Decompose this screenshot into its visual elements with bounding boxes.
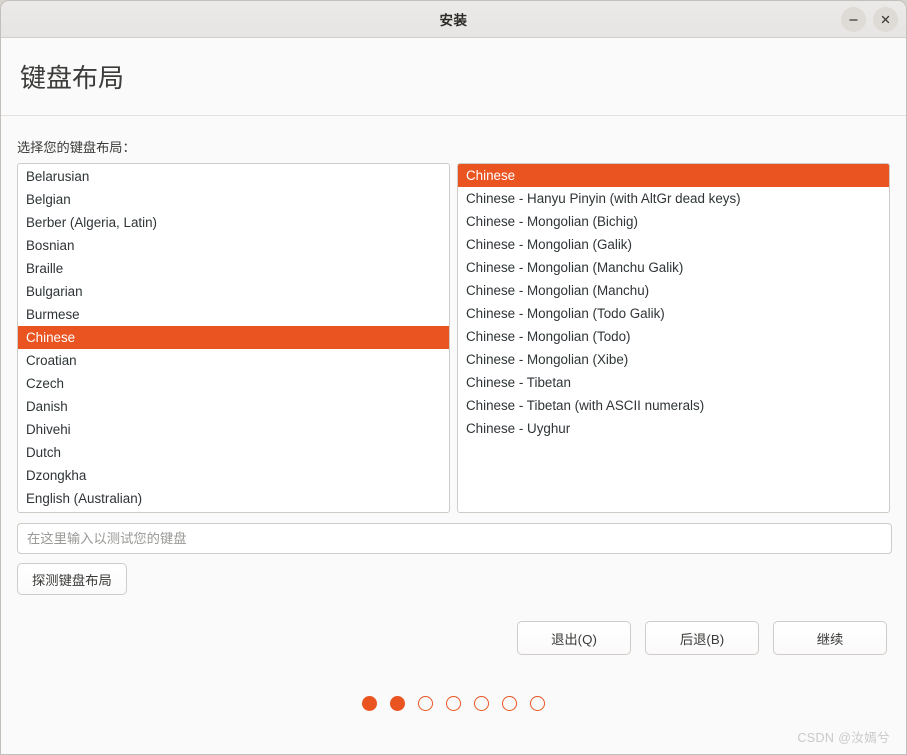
title-bar: 安装 [1, 1, 906, 38]
close-icon[interactable] [873, 7, 898, 32]
page-content: 选择您的键盘布局： Belarusian Belgian Berber (Alger… [1, 137, 906, 655]
keyboard-layout-list-item[interactable]: English (Australian) [18, 487, 449, 510]
keyboard-variant-list[interactable]: Chinese Chinese - Hanyu Pinyin (with AltG… [457, 163, 890, 513]
keyboard-layout-list-item[interactable]: Braille [18, 257, 449, 280]
keyboard-layout-list-item[interactable]: Croatian [18, 349, 449, 372]
keyboard-layout-list-item[interactable]: Dhivehi [18, 418, 449, 441]
keyboard-layout-list-item[interactable]: Bosnian [18, 234, 449, 257]
window-controls [841, 1, 898, 38]
progress-dot [418, 696, 433, 711]
keyboard-layout-list-item[interactable]: Belarusian [18, 165, 449, 188]
keyboard-layout-list-item[interactable]: Danish [18, 395, 449, 418]
page-title: 键盘布局 [20, 63, 125, 93]
keyboard-variant-list-item[interactable]: Chinese - Hanyu Pinyin (with AltGr dead … [458, 187, 889, 210]
page-header: 键盘布局 [1, 38, 906, 116]
progress-dot [502, 696, 517, 711]
keyboard-layout-list-item[interactable]: Dzongkha [18, 464, 449, 487]
keyboard-variant-list-item[interactable]: Chinese - Tibetan (with ASCII numerals) [458, 394, 889, 417]
quit-button[interactable]: 退出(Q) [517, 621, 631, 655]
keyboard-layout-list-item[interactable]: Czech [18, 372, 449, 395]
keyboard-layout-list-item[interactable]: Berber (Algeria, Latin) [18, 211, 449, 234]
keyboard-variant-list-item[interactable]: Chinese - Mongolian (Manchu) [458, 279, 889, 302]
keyboard-layout-list[interactable]: Belarusian Belgian Berber (Algeria, Latin)… [17, 163, 450, 513]
keyboard-variant-list-item[interactable]: Chinese - Mongolian (Bichig) [458, 210, 889, 233]
progress-dots [1, 696, 906, 711]
keyboard-lists: Belarusian Belgian Berber (Algeria, Latin)… [17, 163, 890, 513]
watermark: CSDN @汝嫣兮 [797, 731, 890, 745]
choose-layout-label: 选择您的键盘布局： [17, 140, 136, 155]
keyboard-layout-list-inner: Belarusian Belgian Berber (Algeria, Latin)… [18, 164, 449, 510]
progress-dot [390, 696, 405, 711]
continue-button[interactable]: 继续 [773, 621, 887, 655]
back-button[interactable]: 后退(B) [645, 621, 759, 655]
keyboard-variant-list-item[interactable]: Chinese [458, 164, 889, 187]
progress-dot [446, 696, 461, 711]
keyboard-variant-list-item[interactable]: Chinese - Tibetan [458, 371, 889, 394]
keyboard-layout-list-item[interactable]: Chinese [18, 326, 449, 349]
keyboard-layout-list-item[interactable]: Dutch [18, 441, 449, 464]
keyboard-test-input[interactable] [17, 523, 892, 554]
keyboard-variant-list-item[interactable]: Chinese - Mongolian (Todo) [458, 325, 889, 348]
detect-keyboard-layout-button[interactable]: 探测键盘布局 [17, 563, 127, 595]
minimize-icon[interactable] [841, 7, 866, 32]
keyboard-layout-list-item[interactable]: Burmese [18, 303, 449, 326]
action-buttons: 退出(Q) 后退(B) 继续 [17, 621, 890, 655]
keyboard-layout-list-item[interactable]: Bulgarian [18, 280, 449, 303]
keyboard-variant-list-item[interactable]: Chinese - Mongolian (Todo Galik) [458, 302, 889, 325]
install-window: 安装 键盘布局 选择您的键盘布局： Belarusian Belgian Berbe… [0, 0, 907, 755]
keyboard-variant-list-inner: Chinese Chinese - Hanyu Pinyin (with AltG… [458, 164, 889, 440]
keyboard-variant-list-item[interactable]: Chinese - Mongolian (Xibe) [458, 348, 889, 371]
keyboard-variant-list-item[interactable]: Chinese - Mongolian (Manchu Galik) [458, 256, 889, 279]
keyboard-variant-list-item[interactable]: Chinese - Uyghur [458, 417, 889, 440]
keyboard-variant-list-item[interactable]: Chinese - Mongolian (Galik) [458, 233, 889, 256]
window-title: 安装 [439, 13, 468, 28]
progress-dot [530, 696, 545, 711]
progress-dot [474, 696, 489, 711]
progress-dot [362, 696, 377, 711]
keyboard-layout-list-item[interactable]: Belgian [18, 188, 449, 211]
